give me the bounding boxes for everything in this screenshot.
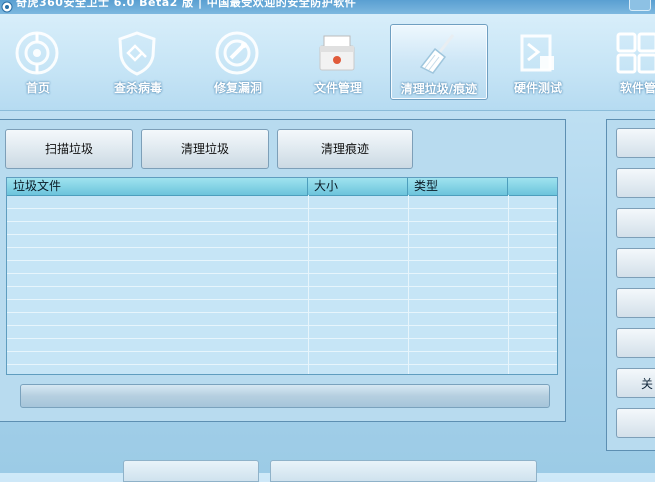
toolbar-label-software: 软件管 <box>619 81 655 95</box>
side-button-4[interactable] <box>616 248 655 278</box>
hardware-icon <box>520 34 554 72</box>
clean-junk-button[interactable]: 清理垃圾 <box>141 129 269 169</box>
main-toolbar: 首页 查杀病毒 修复漏洞 文件管理 清理垃圾/痕迹 硬件测试 软件管 <box>0 14 655 111</box>
toolbar-label-clean: 清理垃圾/痕迹 <box>400 82 478 96</box>
clean-traces-button[interactable]: 清理痕迹 <box>277 129 413 169</box>
toolbar-item-clean[interactable]: 清理垃圾/痕迹 <box>390 24 488 100</box>
column-header-size[interactable]: 大小 <box>308 178 408 195</box>
toolbar-label-files: 文件管理 <box>313 81 362 95</box>
home-icon <box>15 31 59 75</box>
column-header-file[interactable]: 垃圾文件 <box>7 178 308 195</box>
toolbar-item-hardware[interactable]: 硬件测试 <box>490 24 586 98</box>
title-bar: 奇虎360安全卫士 6.0 Beta2 版 | 中国最受欢迎的安全防护软件 <box>0 0 655 14</box>
toolbar-item-software[interactable]: 软件管 <box>590 24 655 98</box>
table-row <box>7 287 557 300</box>
toolbar-item-repair[interactable]: 修复漏洞 <box>190 24 286 98</box>
side-button-2[interactable] <box>616 168 655 198</box>
app-logo-icon <box>1 1 13 13</box>
side-button-1[interactable] <box>616 128 655 158</box>
table-row <box>7 313 557 326</box>
side-button-7[interactable]: 关 <box>616 368 655 398</box>
clean-panel: 扫描垃圾 清理垃圾 清理痕迹 垃圾文件 大小 类型 <box>0 119 566 422</box>
side-button-3[interactable] <box>616 208 655 238</box>
scan-junk-button[interactable]: 扫描垃圾 <box>5 129 133 169</box>
progress-bar <box>20 384 550 408</box>
side-button-6[interactable] <box>616 328 655 358</box>
bottom-tab-1[interactable] <box>123 460 259 482</box>
window-title: 奇虎360安全卫士 6.0 Beta2 版 | 中国最受欢迎的安全防护软件 <box>16 0 357 9</box>
column-header-extra[interactable] <box>508 178 557 195</box>
toolbar-item-home[interactable]: 首页 <box>0 24 86 98</box>
shield-virus-icon <box>118 31 156 76</box>
table-row <box>7 248 557 261</box>
table-row <box>7 261 557 274</box>
toolbar-label-repair: 修复漏洞 <box>213 81 262 95</box>
table-row <box>7 209 557 222</box>
broom-icon <box>419 34 455 74</box>
table-row <box>7 352 557 365</box>
table-row <box>7 300 557 313</box>
file-box-icon <box>319 35 355 71</box>
list-header: 垃圾文件 大小 类型 <box>7 178 557 196</box>
toolbar-label-virus: 查杀病毒 <box>113 81 162 95</box>
junk-file-list[interactable]: 垃圾文件 大小 类型 <box>6 177 558 375</box>
table-row <box>7 222 557 235</box>
repair-icon <box>215 31 259 75</box>
toolbar-item-files[interactable]: 文件管理 <box>290 24 386 98</box>
minimize-button[interactable] <box>629 0 651 11</box>
table-row <box>7 326 557 339</box>
side-button-8[interactable] <box>616 408 655 438</box>
column-header-type[interactable]: 类型 <box>408 178 508 195</box>
table-row <box>7 235 557 248</box>
table-row <box>7 196 557 209</box>
toolbar-item-virus[interactable]: 查杀病毒 <box>90 24 186 98</box>
bottom-tab-2[interactable] <box>270 460 537 482</box>
toolbar-label-hardware: 硬件测试 <box>513 81 562 95</box>
toolbar-label-home: 首页 <box>25 81 50 95</box>
table-row <box>7 274 557 287</box>
side-button-5[interactable] <box>616 288 655 318</box>
grid-apps-icon <box>616 32 655 74</box>
table-row <box>7 339 557 352</box>
